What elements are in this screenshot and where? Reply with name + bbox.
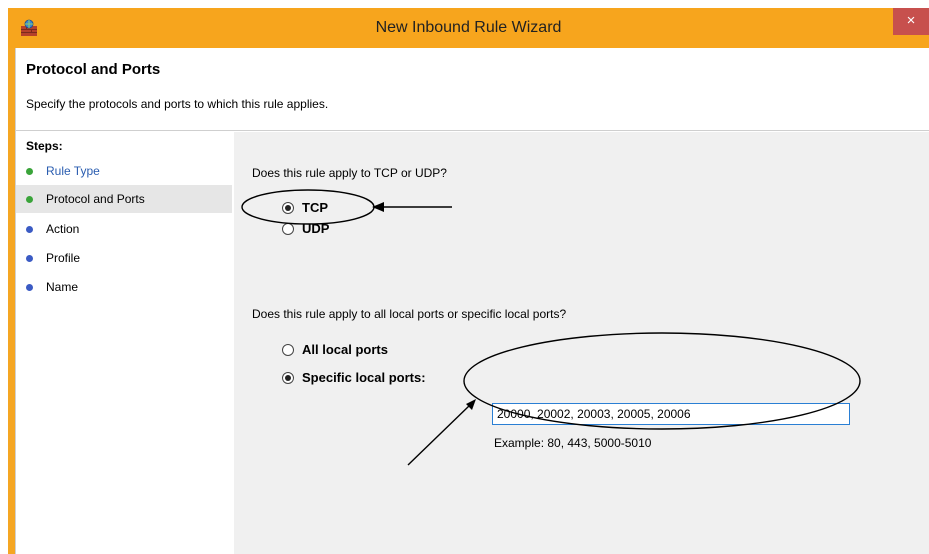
page-title: Protocol and Ports (26, 61, 161, 78)
specific-ports-input[interactable] (492, 403, 850, 425)
title-bar[interactable]: New Inbound Rule Wizard × (8, 8, 929, 48)
step-label: Action (46, 222, 80, 236)
ports-question: Does this rule apply to all local ports … (252, 307, 567, 321)
steps-title: Steps: (26, 139, 63, 153)
ports-example-hint: Example: 80, 443, 5000-5010 (494, 436, 652, 450)
page-description: Specify the protocols and ports to which… (26, 97, 329, 111)
step-status-icon (26, 226, 33, 233)
udp-label: UDP (302, 221, 330, 236)
radio-circle (282, 344, 294, 356)
step-protocol-and-ports[interactable]: Protocol and Ports (16, 185, 232, 213)
wizard-content: Does this rule apply to TCP or UDP? TCP … (234, 132, 929, 554)
all-local-ports-label: All local ports (302, 342, 388, 357)
step-label: Profile (46, 251, 81, 265)
step-status-icon (26, 255, 33, 262)
step-action[interactable]: Action (16, 215, 232, 243)
tcp-label: TCP (302, 200, 328, 215)
radio-circle (282, 372, 294, 384)
header-divider (16, 130, 929, 131)
radio-circle (282, 223, 294, 235)
step-label: Name (46, 280, 79, 294)
step-profile[interactable]: Profile (16, 244, 232, 272)
background-desktop-strip (0, 0, 8, 554)
wizard-client-area: Protocol and Ports Specify the protocols… (15, 48, 929, 554)
wizard-header: Protocol and Ports Specify the protocols… (16, 48, 929, 128)
step-name[interactable]: Name (16, 273, 232, 301)
steps-panel: Steps: Rule Type Protocol and Ports Acti… (16, 132, 232, 554)
step-status-icon (26, 284, 33, 291)
step-label: Protocol and Ports (46, 192, 145, 206)
radio-circle (282, 202, 294, 214)
close-button[interactable]: × (893, 8, 929, 35)
protocol-question: Does this rule apply to TCP or UDP? (252, 166, 447, 180)
window-title: New Inbound Rule Wizard (375, 19, 562, 36)
step-rule-type[interactable]: Rule Type (16, 157, 232, 185)
step-status-icon (26, 168, 33, 175)
specific-local-ports-label: Specific local ports: (302, 370, 426, 385)
step-status-icon (26, 196, 33, 203)
step-label: Rule Type (46, 164, 100, 178)
wizard-window: New Inbound Rule Wizard × Protocol and P… (8, 8, 929, 554)
